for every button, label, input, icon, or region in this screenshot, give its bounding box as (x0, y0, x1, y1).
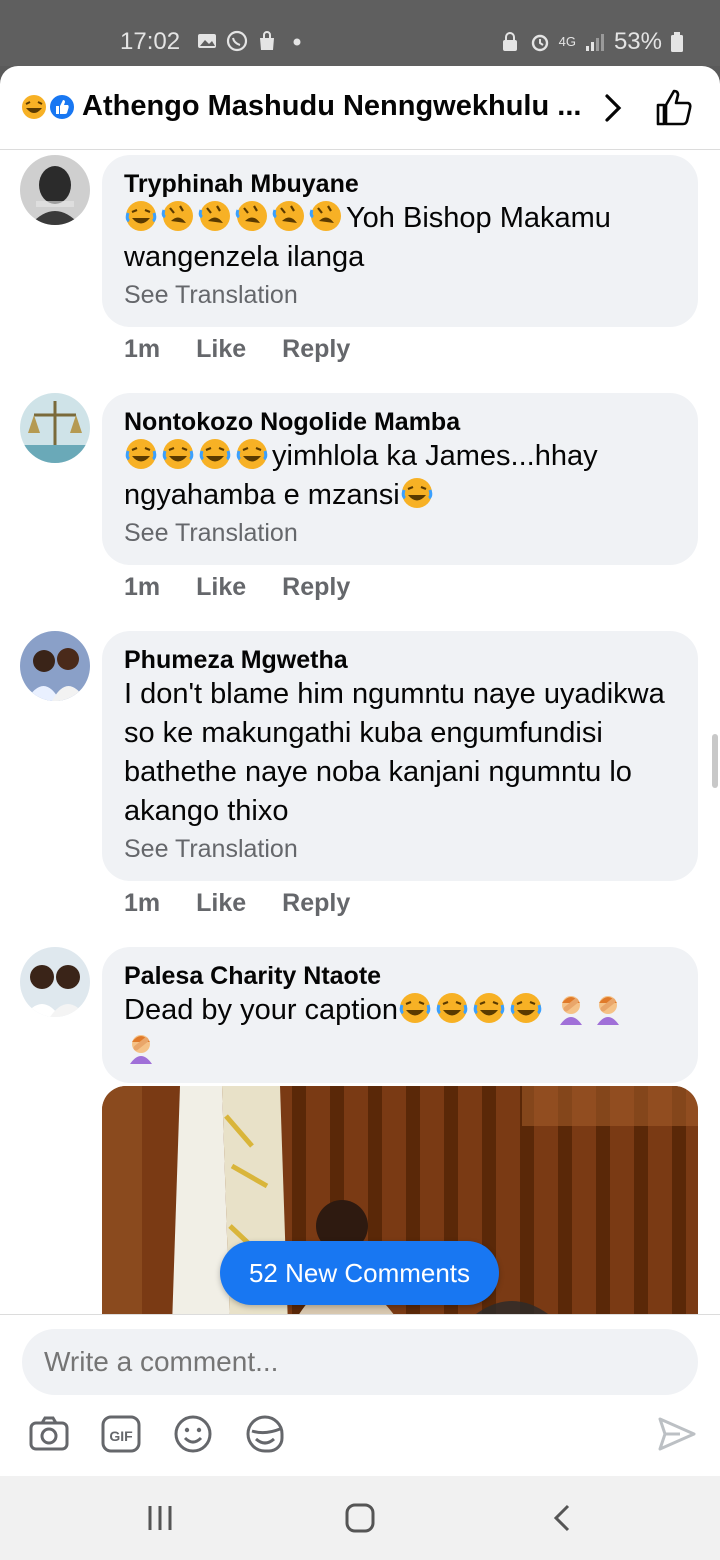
comment-text: yimhlola ka James...hhay ngyahamba e mza… (124, 437, 676, 515)
comment-time: 1m (124, 573, 161, 601)
status-bar: 17:02 4G 53% (0, 0, 720, 66)
comment-actions: 1m Like Reply (124, 889, 350, 918)
post-header: Athengo Mashudu Nenngwekhulu ... (0, 66, 720, 150)
network-type: 4G (558, 34, 576, 49)
comment-actions: 1m Like Reply (124, 573, 350, 602)
comment-author[interactable]: Tryphinah Mbuyane (124, 169, 676, 199)
facepalm-emoji-icon (130, 1035, 152, 1064)
comment-body: Dead by your caption (124, 994, 399, 1026)
joy-emoji-icon (401, 478, 432, 508)
comment-time: 1m (124, 335, 161, 363)
comment-feed[interactable]: Tryphinah Mbuyane Yoh Bishop Makamu wang… (0, 151, 720, 1314)
see-translation-link[interactable]: See Translation (124, 831, 676, 867)
joy-emoji-icon (510, 993, 542, 1023)
comment-author[interactable]: Phumeza Mgwetha (124, 645, 676, 675)
joy-emoji-icon (125, 439, 157, 469)
avatar[interactable] (20, 947, 90, 1017)
like-button[interactable]: Like (196, 573, 246, 602)
gallery-icon (198, 34, 216, 48)
joy-emoji-icon (473, 993, 505, 1023)
chevron-right-icon[interactable] (598, 88, 628, 128)
post-title[interactable]: Athengo Mashudu Nenngwekhulu ... (82, 90, 581, 123)
whatsapp-icon (226, 30, 248, 52)
comments-sheet: Athengo Mashudu Nenngwekhulu ... Tryphin… (0, 66, 720, 1476)
comment-bubble[interactable]: Nontokozo Nogolide Mamba yimhlola ka Jam… (102, 393, 698, 565)
facepalm-emoji-icon (560, 996, 583, 1025)
joy-emoji-icon (236, 439, 268, 469)
status-time: 17:02 (120, 28, 181, 55)
reply-button[interactable]: Reply (282, 889, 350, 918)
emoji-icon[interactable] (172, 1413, 214, 1455)
like-button[interactable]: Like (196, 889, 246, 918)
comment-body: yimhlola ka James...hhay ngyahamba e mza… (124, 440, 598, 511)
avatar[interactable] (20, 393, 90, 463)
comment-author[interactable]: Palesa Charity Ntaote (124, 961, 676, 991)
status-system-icons: 4G 53% (499, 28, 684, 56)
comment-bubble[interactable]: Palesa Charity Ntaote Dead by your capti… (102, 947, 698, 1083)
back-icon[interactable] (544, 1500, 580, 1536)
gif-icon[interactable]: GIF (100, 1413, 142, 1455)
comment-composer: GIF (0, 1314, 720, 1476)
comment-time: 1m (124, 889, 161, 917)
joy-emoji-icon (199, 439, 231, 469)
dot-icon (293, 38, 301, 46)
recent-apps-icon[interactable] (142, 1500, 178, 1536)
rofl-emoji-icon (198, 201, 230, 231)
scroll-indicator[interactable] (712, 734, 718, 788)
comment-input[interactable] (22, 1329, 698, 1395)
status-notification-icons (196, 30, 308, 52)
comment-author[interactable]: Nontokozo Nogolide Mamba (124, 407, 676, 437)
like-button[interactable]: Like (196, 335, 246, 364)
comment-text: Yoh Bishop Makamu wangenzela ilanga (124, 199, 676, 277)
new-comments-button[interactable]: 52 New Comments (220, 1241, 499, 1305)
shopping-bag-icon (260, 31, 274, 50)
composer-tools: GIF (28, 1413, 286, 1455)
svg-text:GIF: GIF (109, 1428, 133, 1444)
avatar[interactable] (20, 155, 90, 225)
reaction-icons[interactable] (18, 92, 78, 122)
reply-button[interactable]: Reply (282, 573, 350, 602)
comment-text: Dead by your caption (124, 991, 676, 1069)
rofl-emoji-icon (235, 201, 267, 231)
comment-actions: 1m Like Reply (124, 335, 350, 364)
comment-body: I don't blame him ngumntu naye uyadikwa … (124, 678, 665, 827)
comment-bubble[interactable]: Tryphinah Mbuyane Yoh Bishop Makamu wang… (102, 155, 698, 327)
signal-icon (585, 34, 604, 51)
see-translation-link[interactable]: See Translation (124, 277, 676, 313)
see-translation-link[interactable]: See Translation (124, 515, 676, 551)
joy-emoji-icon (162, 439, 194, 469)
rofl-emoji-icon (161, 201, 193, 231)
rofl-emoji-icon (272, 201, 304, 231)
camera-icon[interactable] (28, 1413, 70, 1455)
send-icon[interactable] (656, 1413, 698, 1455)
alarm-icon (531, 34, 548, 52)
comment-bubble[interactable]: Phumeza Mgwetha I don't blame him ngumnt… (102, 631, 698, 881)
joy-emoji-icon (436, 993, 468, 1023)
like-icon[interactable] (652, 86, 696, 130)
lock-icon (502, 32, 517, 51)
reply-button[interactable]: Reply (282, 335, 350, 364)
battery-icon (671, 32, 683, 52)
battery-percent: 53% (613, 28, 662, 55)
rofl-emoji-icon (309, 201, 341, 231)
avatar[interactable] (20, 631, 90, 701)
joy-emoji-icon (125, 201, 157, 231)
sticker-icon[interactable] (244, 1413, 286, 1455)
system-nav-bar (0, 1476, 720, 1560)
facepalm-emoji-icon (597, 996, 620, 1025)
home-icon[interactable] (342, 1500, 378, 1536)
joy-emoji-icon (399, 993, 431, 1023)
